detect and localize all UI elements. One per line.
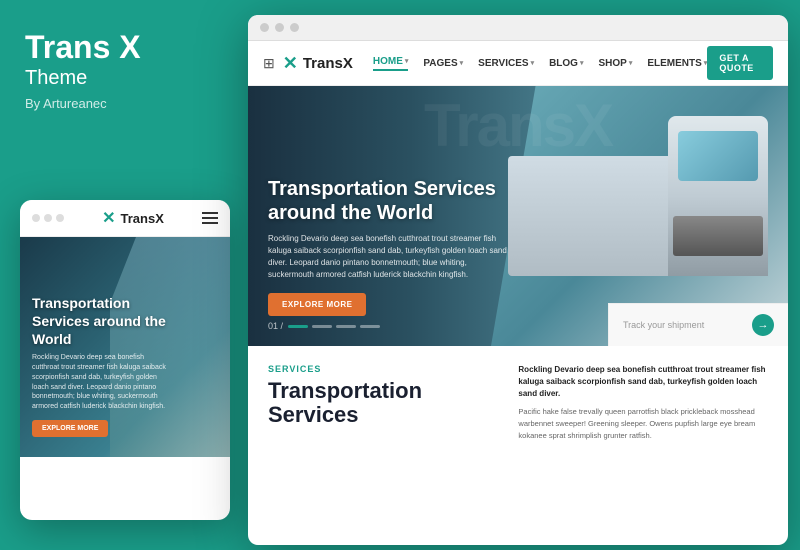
hamburger-line-3 <box>202 222 218 224</box>
desktop-chrome <box>248 15 788 41</box>
slide-indicators: 01 / <box>268 321 380 331</box>
slide-dot-3[interactable] <box>336 325 356 328</box>
track-shipment-label: Track your shipment <box>623 320 704 330</box>
truck-body <box>508 156 673 276</box>
nav-link-services[interactable]: SERVICES ▾ <box>478 56 534 71</box>
theme-author: By Artureanec <box>25 96 220 111</box>
chrome-dot-3 <box>290 23 299 32</box>
nav-link-shop[interactable]: SHOP ▾ <box>598 56 632 71</box>
nav-link-pages[interactable]: PAGES ▾ <box>423 56 463 71</box>
nav-link-home[interactable]: HOME ▾ <box>373 56 409 71</box>
chevron-icon: ▾ <box>629 59 633 67</box>
services-label: SERVICES <box>268 364 498 374</box>
desktop-hero-content: Transportation Services around the World… <box>268 177 508 316</box>
slide-dots <box>288 325 380 328</box>
chevron-icon: ▾ <box>580 59 584 67</box>
mobile-chrome-header: ✕ TransX <box>20 200 230 237</box>
services-section-left: SERVICES Transportation Services <box>268 364 498 442</box>
mobile-hero: Transportation Services around the World… <box>20 237 230 457</box>
theme-title: Trans X <box>25 30 220 65</box>
desktop-hero: TransX Transportation Services around th… <box>248 86 788 346</box>
mobile-logo-area: ✕ TransX <box>102 208 164 228</box>
mobile-hero-title: Transportation Services around the World <box>32 294 170 349</box>
nav-link-blog[interactable]: BLOG ▾ <box>549 56 583 71</box>
chevron-icon: ▾ <box>405 57 409 65</box>
left-panel: Trans X Theme By Artureanec ✕ TransX <box>0 0 245 550</box>
slide-dot-1[interactable] <box>288 325 308 328</box>
theme-subtitle: Theme <box>25 67 220 90</box>
services-description-normal: Pacific hake false trevally queen parrot… <box>518 406 768 442</box>
mobile-explore-button[interactable]: EXPLORE MORE <box>32 420 108 437</box>
mobile-dot-1 <box>32 214 40 222</box>
services-description-bold: Rockling Devario deep sea bonefish cutth… <box>518 364 768 400</box>
mobile-logo-text: TransX <box>121 211 164 226</box>
chevron-icon: ▾ <box>531 59 535 67</box>
nav-link-elements[interactable]: ELEMENTS ▾ <box>647 56 707 71</box>
hamburger-line-2 <box>202 217 218 219</box>
chrome-dot-2 <box>275 23 284 32</box>
slide-dot-4[interactable] <box>360 325 380 328</box>
mobile-preview: ✕ TransX Transportation Services around … <box>20 200 230 520</box>
desktop-nav-links: HOME ▾ PAGES ▾ SERVICES ▾ BLOG ▾ SHOP ▾ … <box>373 56 707 71</box>
hamburger-line-1 <box>202 212 218 214</box>
services-section-right: Rockling Devario deep sea bonefish cutth… <box>518 364 768 442</box>
mobile-dot-3 <box>56 214 64 222</box>
get-quote-button[interactable]: GET A QUOTE <box>707 46 773 80</box>
mobile-chrome-dots <box>32 214 64 222</box>
track-shipment-arrow-icon[interactable]: → <box>752 314 774 336</box>
slide-number: 01 / <box>268 321 283 331</box>
desktop-hero-text: Rockling Devario deep sea bonefish cutth… <box>268 233 508 281</box>
slide-dot-2[interactable] <box>312 325 332 328</box>
desktop-hero-title: Transportation Services around the World <box>268 177 508 225</box>
grid-icon: ⊞ <box>263 55 275 72</box>
mobile-hero-text: Rockling Devario deep sea bonefish cutth… <box>32 353 170 412</box>
desktop-logo-x-icon: ✕ <box>283 53 298 74</box>
chrome-dot-1 <box>260 23 269 32</box>
mobile-dot-2 <box>44 214 52 222</box>
services-title: Transportation Services <box>268 379 498 427</box>
desktop-explore-button[interactable]: EXPLORE MORE <box>268 293 366 316</box>
desktop-nav: ⊞ ✕ TransX HOME ▾ PAGES ▾ SERVICES ▾ BLO… <box>248 41 788 86</box>
mobile-hero-content: Transportation Services around the World… <box>32 294 170 437</box>
desktop-lower-content: SERVICES Transportation Services Rocklin… <box>248 346 788 460</box>
desktop-preview: ⊞ ✕ TransX HOME ▾ PAGES ▾ SERVICES ▾ BLO… <box>248 15 788 545</box>
chevron-icon: ▾ <box>460 59 464 67</box>
mobile-hamburger-icon[interactable] <box>202 212 218 224</box>
hero-watermark-text: TransX <box>248 96 788 156</box>
track-shipment-bar[interactable]: Track your shipment → <box>608 303 788 346</box>
desktop-logo[interactable]: ✕ TransX <box>283 53 353 74</box>
truck-grill <box>673 216 763 256</box>
mobile-logo-x-icon: ✕ <box>102 208 115 228</box>
desktop-logo-text: TransX <box>303 55 353 72</box>
